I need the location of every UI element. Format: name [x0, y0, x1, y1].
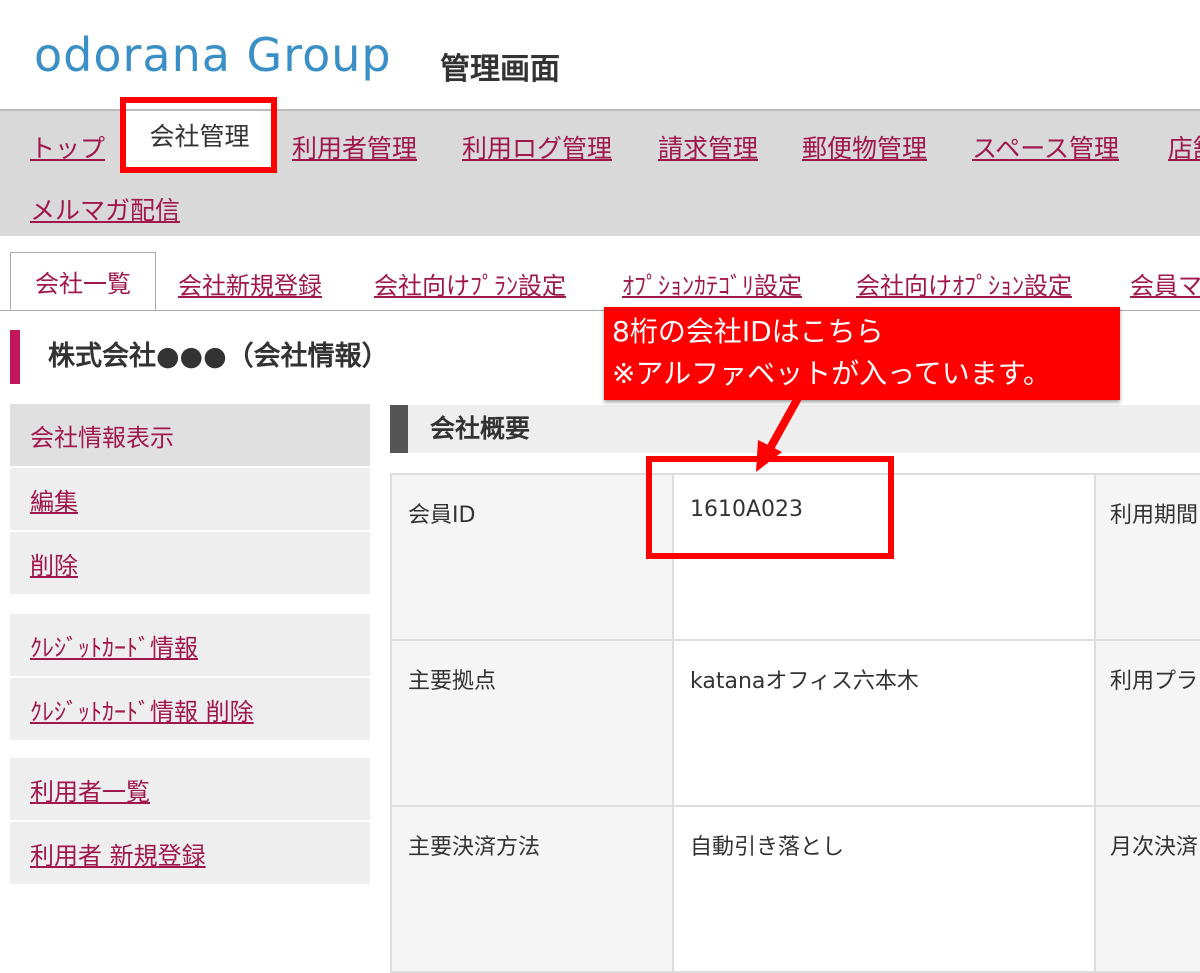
sidebar-item-delete[interactable]: 削除 — [10, 532, 370, 596]
label-usage-plan: 利用プラ — [1096, 641, 1200, 805]
sidebar-group-card: ｸﾚｼﾞｯﾄｶｰﾄﾞ情報 ｸﾚｼﾞｯﾄｶｰﾄﾞ情報 削除 — [10, 614, 370, 742]
tab-member-master[interactable]: 会員マス — [1130, 266, 1200, 301]
header: odorana Group 管理画面 — [0, 0, 1200, 108]
nav-item-newsletter[interactable]: メルマガ配信 — [30, 191, 180, 227]
nav-item-mail[interactable]: 郵便物管理 — [802, 129, 927, 165]
nav-item-top[interactable]: トップ — [30, 129, 105, 165]
sidebar-item-credit-card[interactable]: ｸﾚｼﾞｯﾄｶｰﾄﾞ情報 — [10, 614, 370, 678]
nav-item-space[interactable]: スペース管理 — [972, 129, 1119, 165]
sidebar-item-user-list[interactable]: 利用者一覧 — [10, 758, 370, 822]
label-main-base: 主要拠点 — [390, 641, 674, 805]
value-payment-method: 自動引き落とし — [674, 807, 1096, 971]
value-main-base: katanaオフィス六本木 — [674, 641, 1096, 805]
sidebar-item-edit[interactable]: 編集 — [10, 468, 370, 532]
table-row: 主要拠点 katanaオフィス六本木 利用プラ — [390, 641, 1200, 807]
sidebar-item-user-new[interactable]: 利用者 新規登録 — [10, 822, 370, 886]
table-row: 主要決済方法 自動引き落とし 月次決済 — [390, 807, 1200, 973]
nav-item-users[interactable]: 利用者管理 — [292, 129, 417, 165]
nav-item-usage-log[interactable]: 利用ログ管理 — [462, 129, 612, 165]
label-member-id: 会員ID — [390, 475, 674, 639]
label-usage-period: 利用期間 — [1096, 475, 1200, 639]
sidebar-item-credit-card-delete[interactable]: ｸﾚｼﾞｯﾄｶｰﾄﾞ情報 削除 — [10, 678, 370, 742]
sidebar-group-company: 会社情報表示 編集 削除 — [10, 404, 370, 596]
highlight-box-member-id — [646, 456, 894, 559]
tab-company-option[interactable]: 会社向けｵﾌﾟｼｮﾝ設定 — [856, 266, 1072, 301]
label-monthly-payment: 月次決済 — [1096, 807, 1200, 971]
section-title: 会社概要 — [390, 405, 1200, 453]
logo[interactable]: odorana Group — [34, 28, 392, 82]
admin-title: 管理画面 — [440, 52, 560, 87]
callout-line-2: ※アルファベットが入っています。 — [612, 357, 1051, 390]
callout-line-1: 8桁の会社IDはこちら — [612, 315, 884, 348]
label-payment-method: 主要決済方法 — [390, 807, 674, 971]
tab-option-category[interactable]: ｵﾌﾟｼｮﾝｶﾃｺﾞﾘ設定 — [622, 266, 802, 301]
sidebar-item-company-info[interactable]: 会社情報表示 — [10, 404, 370, 468]
subtabs: 会社一覧 会社新規登録 会社向けﾌﾟﾗﾝ設定 ｵﾌﾟｼｮﾝｶﾃｺﾞﾘ設定 会社向… — [0, 236, 1200, 311]
page-title: 株式会社●●●（会社情報） — [10, 330, 389, 384]
highlight-box-nav — [120, 97, 277, 173]
nav-item-store[interactable]: 店舗 — [1168, 129, 1200, 165]
annotation-callout: 8桁の会社IDはこちら ※アルファベットが入っています。 — [604, 307, 1120, 400]
nav-item-billing[interactable]: 請求管理 — [658, 129, 758, 165]
sidebar-group-users: 利用者一覧 利用者 新規登録 — [10, 758, 370, 886]
tab-company-list[interactable]: 会社一覧 — [10, 252, 156, 310]
tab-company-plan[interactable]: 会社向けﾌﾟﾗﾝ設定 — [374, 266, 566, 301]
tab-company-new[interactable]: 会社新規登録 — [178, 266, 322, 301]
